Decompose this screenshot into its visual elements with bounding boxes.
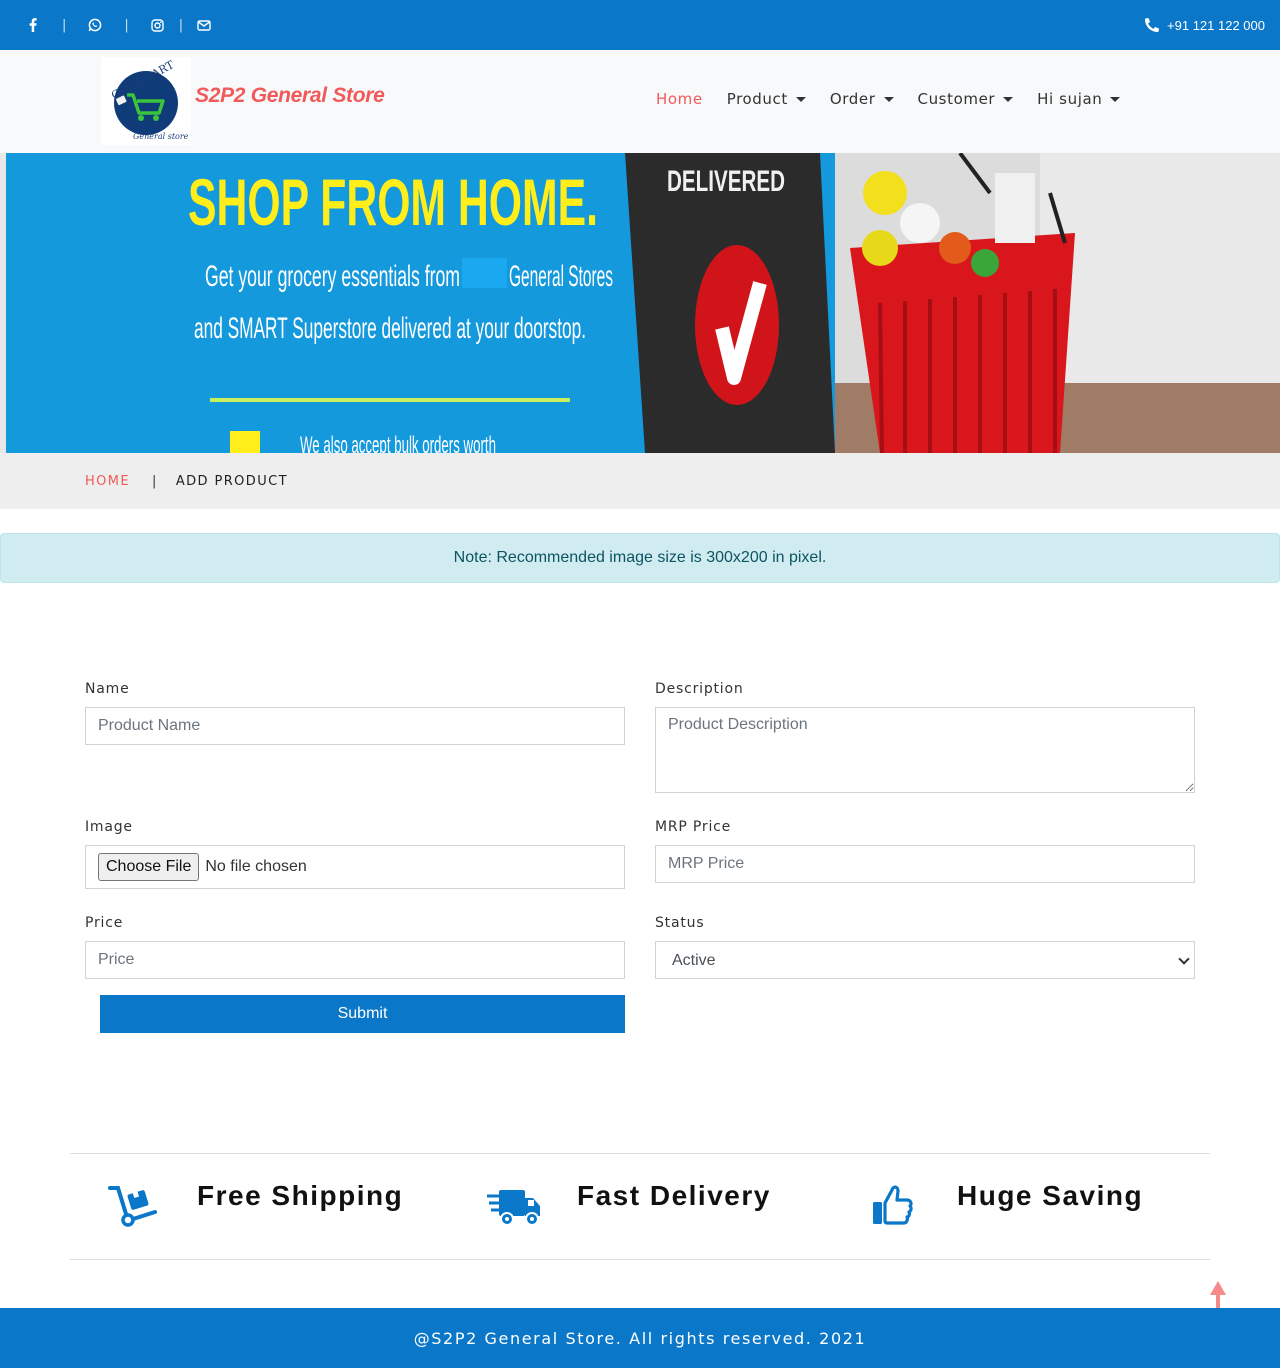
banner-line1-end: General Stores [509, 260, 613, 293]
facebook-icon[interactable] [24, 16, 42, 34]
nav-home[interactable]: Home [656, 90, 703, 108]
caret-down-icon [1003, 96, 1014, 102]
social-links: | | | [24, 0, 213, 50]
status-select[interactable]: Active [655, 941, 1195, 979]
footer-copyright: @S2P2 General Store. All rights reserved… [413, 1328, 867, 1348]
nav-user-label: Hi sujan [1037, 90, 1103, 108]
nav-user-menu[interactable]: Hi sujan [1037, 90, 1121, 108]
breadcrumb: HOME | ADD PRODUCT [0, 453, 1280, 509]
hero-banner: SHOP FROM HOME. Get your grocery essenti… [0, 153, 1280, 453]
social-separator: | [62, 17, 67, 33]
price-input[interactable] [85, 941, 625, 979]
status-label: Status [655, 915, 705, 931]
banner-line1: Get your grocery essentials from [205, 260, 460, 293]
breadcrumb-home[interactable]: HOME [85, 474, 130, 489]
name-label: Name [85, 681, 130, 697]
top-bar: | | | +91 121 122 000 [0, 0, 1280, 50]
nav-product[interactable]: Product [727, 90, 806, 108]
info-alert: Note: Recommended image size is 300x200 … [0, 533, 1280, 583]
alert-text: Note: Recommended image size is 300x200 … [453, 549, 827, 566]
image-file-input[interactable]: Choose File No file chosen [85, 845, 625, 889]
footer: @S2P2 General Store. All rights reserved… [0, 1308, 1280, 1368]
arrow-up-icon [1210, 1281, 1226, 1309]
breadcrumb-current: ADD PRODUCT [175, 473, 288, 489]
divider [70, 1153, 1210, 1154]
scroll-to-top-button[interactable] [1209, 1280, 1227, 1310]
mrp-price-label: MRP Price [655, 819, 732, 835]
phone-number: +91 121 122 000 [1167, 17, 1265, 33]
feature-fast-delivery: Fast Delivery [487, 1178, 787, 1234]
description-label: Description [655, 681, 744, 697]
product-description-input[interactable] [655, 707, 1195, 793]
no-file-text: No file chosen [205, 858, 307, 875]
nav-order-label: Order [829, 90, 876, 108]
image-label: Image [85, 819, 133, 835]
social-separator: | [124, 17, 129, 33]
banner-line3: We also accept bulk orders worth [300, 432, 496, 453]
mrp-price-input[interactable] [655, 845, 1195, 883]
banner-headline: SHOP FROM HOME. [188, 165, 598, 239]
caret-down-icon [795, 96, 806, 102]
social-separator: | [178, 17, 184, 33]
feature-label: Fast Delivery [577, 1180, 771, 1211]
envelope-icon[interactable] [195, 16, 213, 34]
instagram-icon[interactable] [149, 16, 167, 34]
nav-product-label: Product [726, 90, 788, 108]
dolly-icon [108, 1182, 164, 1232]
tablet-text: DELIVERED [667, 165, 785, 198]
nav-order[interactable]: Order [830, 90, 894, 108]
navbar: GrocSMART General store S2P2 General Sto… [0, 50, 1280, 153]
brand-name[interactable]: S2P2 General Store [195, 84, 385, 108]
svg-text:General store: General store [133, 132, 189, 141]
main-nav: Home Product Order Customer Hi sujan [656, 90, 1144, 108]
nav-home-label: Home [656, 90, 703, 108]
nav-customer-label: Customer [917, 90, 996, 108]
whatsapp-icon[interactable] [86, 16, 104, 34]
nav-customer[interactable]: Customer [918, 90, 1014, 108]
submit-button[interactable]: Submit [100, 995, 625, 1033]
truck-icon [487, 1182, 543, 1232]
feature-huge-saving: Huge Saving [870, 1178, 1170, 1234]
thumbs-up-icon [870, 1182, 926, 1232]
feature-label: Huge Saving [957, 1180, 1144, 1211]
choose-file-button[interactable]: Choose File [98, 853, 200, 881]
price-label: Price [85, 915, 124, 931]
phone-contact[interactable]: +91 121 122 000 [1145, 0, 1265, 50]
feature-label: Free Shipping [197, 1180, 404, 1211]
caret-down-icon [883, 96, 894, 102]
feature-free-shipping: Free Shipping [108, 1178, 408, 1234]
store-logo[interactable]: GrocSMART General store [101, 57, 191, 145]
banner-line2: and SMART Superstore delivered at your d… [194, 312, 586, 345]
product-name-input[interactable] [85, 707, 625, 745]
caret-down-icon [1110, 96, 1121, 102]
phone-icon [1145, 18, 1160, 32]
breadcrumb-separator: | [152, 473, 158, 489]
divider [70, 1259, 1210, 1260]
